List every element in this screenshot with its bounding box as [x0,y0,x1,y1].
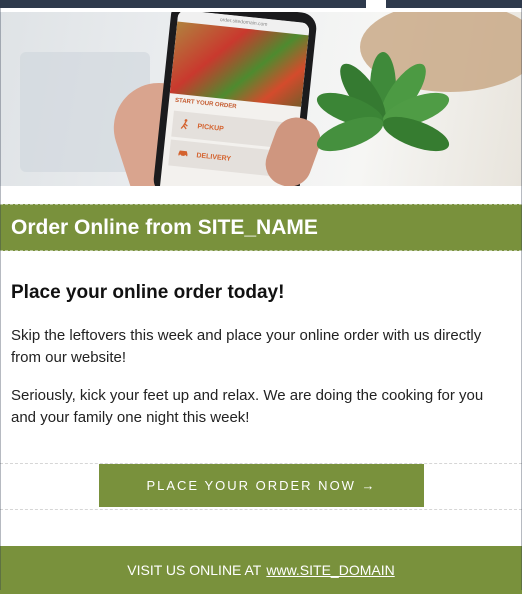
top-bar-right [386,0,522,8]
page-title: Order Online from SITE_NAME [11,215,318,239]
hero-image: order.sitedomain.com START YOUR ORDER PI… [0,12,522,186]
plant [310,52,460,186]
body-paragraph-2: Seriously, kick your feet up and relax. … [11,387,484,426]
walking-person-icon [180,118,190,132]
delivery-label: DELIVERY [196,151,232,163]
frame-edge-left [0,0,1,590]
food-photo [169,21,309,107]
body-heading: Place your online order today! [11,282,285,303]
divider [0,509,522,510]
footer-band: VISIT US ONLINE AT www.SITE_DOMAIN [0,546,522,594]
start-order-text: START YOUR ORDER [174,97,237,111]
site-domain-link[interactable]: www.SITE_DOMAIN [266,562,394,578]
body-paragraph-1: Skip the leftovers this week and place y… [11,327,482,366]
top-bar-left [0,0,366,8]
car-icon [177,148,189,159]
footer-text: VISIT US ONLINE AT [127,562,262,578]
pickup-label: PICKUP [197,122,225,133]
header-band: Order Online from SITE_NAME [0,204,522,251]
place-order-button[interactable]: PLACE YOUR ORDER NOW → [99,464,424,507]
top-bar [0,0,522,9]
